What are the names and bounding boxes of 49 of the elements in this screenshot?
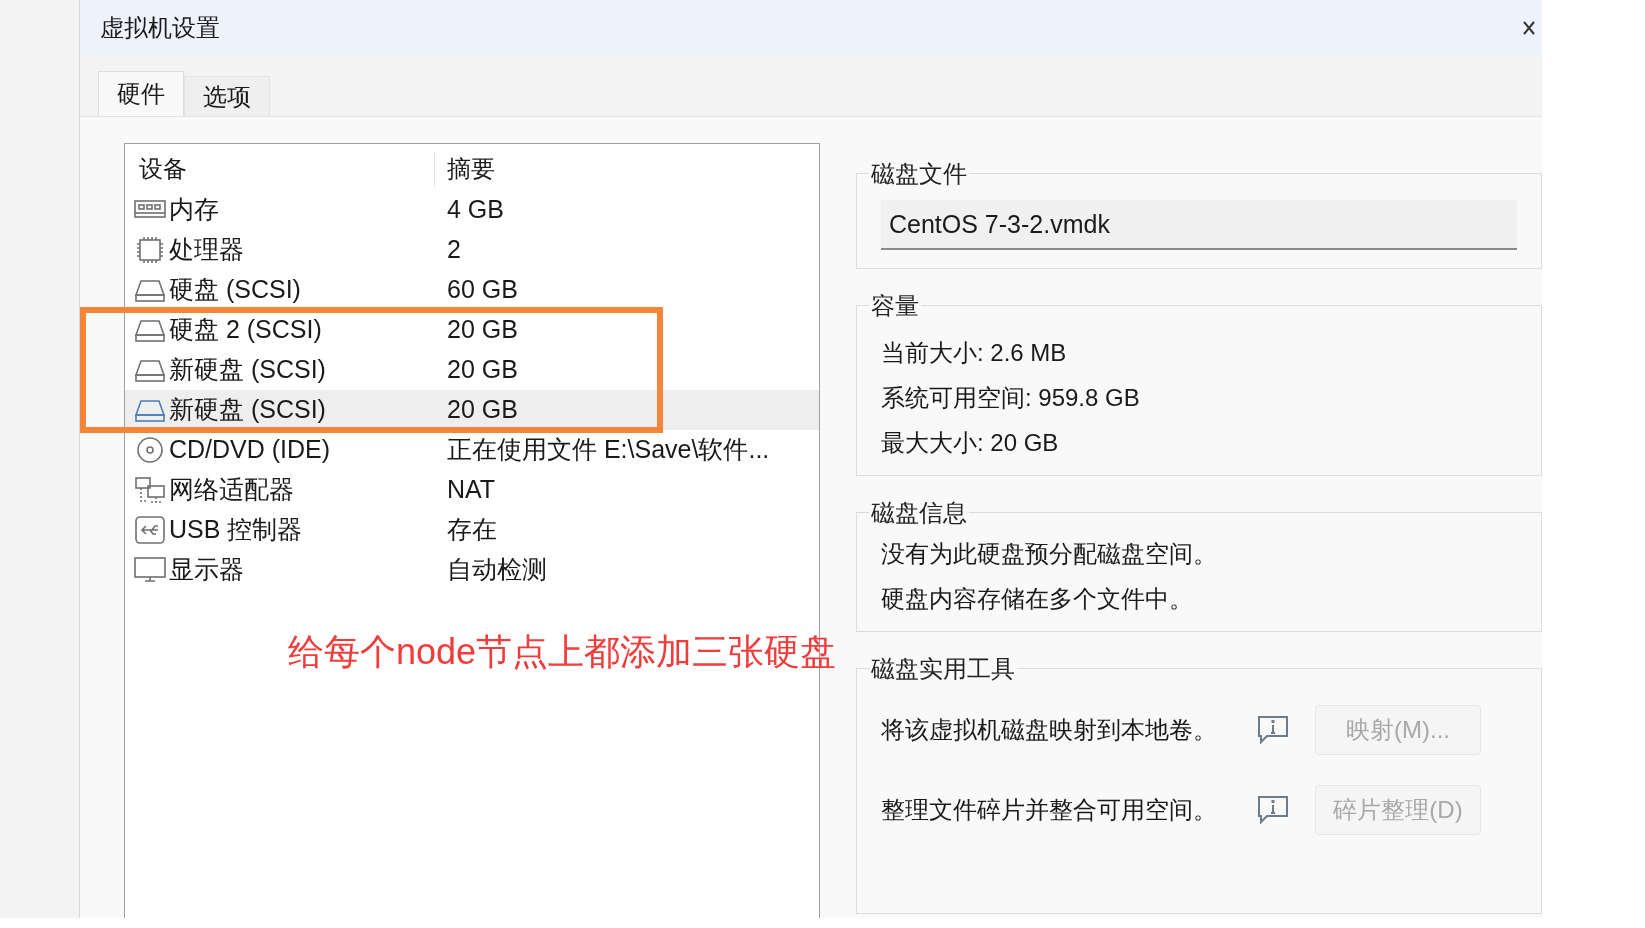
device-row[interactable]: 网络适配器 NAT xyxy=(125,470,819,510)
device-summary: NAT xyxy=(446,474,496,506)
device-row[interactable]: CD/DVD (IDE) 正在使用文件 E:\Save\软件... xyxy=(125,430,819,470)
device-name: 处理器 xyxy=(169,234,244,266)
device-name: 内存 xyxy=(169,194,219,226)
device-name: 新硬盘 (SCSI) xyxy=(169,354,326,386)
device-name: USB 控制器 xyxy=(169,514,303,546)
info-bubble-icon[interactable] xyxy=(1257,715,1289,745)
tab[interactable]: 硬件 xyxy=(98,71,184,116)
device-name: 网络适配器 xyxy=(169,474,294,506)
info-text: 硬盘内容存储在多个文件中。 xyxy=(881,584,1194,613)
device-name: 新硬盘 (SCSI) xyxy=(169,394,326,426)
tab[interactable]: 选项 xyxy=(184,76,270,116)
device-summary: 存在 xyxy=(446,514,497,546)
device-row[interactable]: 新硬盘 (SCSI) 20 GB xyxy=(125,350,819,390)
capacity-text: 最大大小: 20 GB xyxy=(881,428,1060,457)
device-summary: 20 GB xyxy=(446,394,518,426)
annotation-text: 给每个node节点上都添加三张硬盘 xyxy=(288,630,837,674)
utility-description: 将该虚拟机磁盘映射到本地卷。 xyxy=(881,715,1218,745)
device-summary: 正在使用文件 E:\Save\软件... xyxy=(446,434,770,466)
info-text: 没有为此硬盘预分配磁盘空间。 xyxy=(881,539,1218,568)
usb-icon xyxy=(133,515,167,545)
capacity-text: 当前大小: 2.6 MB xyxy=(881,338,1068,367)
device-row[interactable]: 处理器 2 xyxy=(125,230,819,270)
device-summary: 4 GB xyxy=(446,194,504,226)
device-row[interactable]: 硬盘 (SCSI) 60 GB xyxy=(125,270,819,310)
device-row[interactable]: 内存 4 GB xyxy=(125,190,819,230)
device-name: 硬盘 (SCSI) xyxy=(169,274,301,306)
device-summary: 20 GB xyxy=(446,354,518,386)
device-name: 显示器 xyxy=(169,554,244,586)
device-row[interactable]: USB 控制器 存在 xyxy=(125,510,819,550)
column-header[interactable]: 设备 xyxy=(125,151,435,187)
window-title: 虚拟机设置 xyxy=(100,12,220,43)
network-computers-icon xyxy=(133,475,167,505)
capacity-text: 系统可用空间: 959.8 GB xyxy=(881,383,1141,412)
device-name: 硬盘 2 (SCSI) xyxy=(169,314,322,346)
device-row[interactable]: 硬盘 2 (SCSI) 20 GB xyxy=(125,310,819,350)
device-summary: 自动检测 xyxy=(446,554,547,586)
utility-description: 整理文件碎片并整合可用空间。 xyxy=(881,795,1218,825)
device-summary: 2 xyxy=(446,234,461,266)
monitor-icon xyxy=(133,555,167,585)
file-path-field[interactable]: CentOS 7-3-2.vmdk xyxy=(881,200,1517,250)
device-summary: 20 GB xyxy=(446,314,518,346)
device-summary: 60 GB xyxy=(446,274,518,306)
device-row[interactable]: 显示器 自动检测 xyxy=(125,550,819,590)
info-bubble-icon[interactable] xyxy=(1257,795,1289,825)
device-name: CD/DVD (IDE) xyxy=(169,434,331,466)
column-header[interactable]: 摘要 xyxy=(435,151,495,187)
device-row[interactable]: 新硬盘 (SCSI) 20 GB xyxy=(125,390,819,430)
